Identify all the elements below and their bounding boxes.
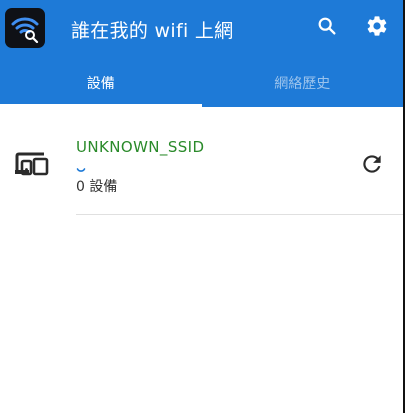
network-ssid: UNKNOWN_SSID [76,138,205,156]
gear-icon [365,14,389,42]
tab-bar: 設備 網絡歷史 [0,58,403,107]
network-list-item[interactable]: UNKNOWN_SSID 0 設備 [0,128,403,214]
loading-spinner [76,161,86,172]
refresh-button[interactable] [356,150,388,182]
app-screen: 誰在我的 wifi 上網 設備 網絡歷史 UNKNOWN_SSID 0 設備 [0,0,405,413]
app-title: 誰在我的 wifi 上網 [71,20,234,42]
active-tab-indicator [0,104,202,107]
list-divider [76,214,403,215]
wifi-search-icon [5,8,45,48]
search-button[interactable] [310,11,344,45]
device-count: 0 設備 [76,179,118,195]
tab-network-history-label: 網絡歷史 [274,75,331,92]
tab-devices-label: 設備 [86,75,115,92]
tab-devices[interactable]: 設備 [0,58,202,107]
app-bar: 誰在我的 wifi 上網 設備 網絡歷史 [0,0,403,107]
refresh-icon [359,151,385,181]
search-icon [316,15,338,41]
settings-button[interactable] [360,11,394,45]
tab-network-history[interactable]: 網絡歷史 [202,58,404,107]
devices-icon [14,151,50,177]
